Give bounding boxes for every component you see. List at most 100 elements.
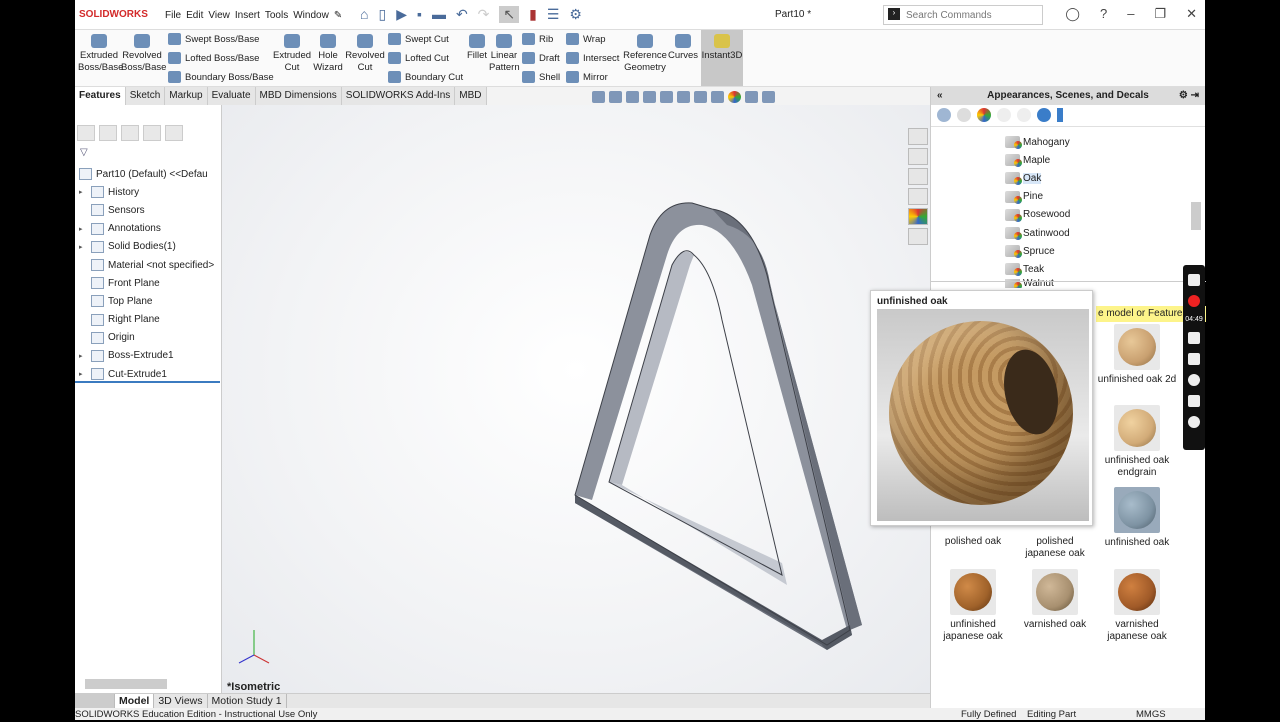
apply-scene-icon[interactable] — [745, 91, 758, 103]
extruded-cut-button[interactable]: Extruded Cut — [272, 34, 312, 74]
tab-sketch[interactable]: Sketch — [125, 87, 166, 105]
tab-3d-views[interactable]: 3D Views — [154, 694, 208, 708]
tree-item-material[interactable]: Material <not specified> — [79, 256, 214, 274]
revolved-cut-button[interactable]: Revolved Cut — [345, 34, 385, 74]
configurationmanager-tab-icon[interactable] — [121, 125, 139, 141]
home-icon[interactable]: ⌂ — [360, 6, 368, 23]
speaker-icon[interactable] — [1188, 353, 1200, 365]
rollback-bar[interactable] — [75, 381, 220, 383]
folder-maple[interactable]: Maple — [1005, 151, 1073, 169]
tab-evaluate[interactable]: Evaluate — [207, 87, 256, 105]
solidworks-resources-tab-icon[interactable] — [908, 128, 928, 145]
folder-pine[interactable]: Pine — [1005, 188, 1073, 206]
tab-motion-study-1[interactable]: Motion Study 1 — [208, 694, 287, 708]
tree-item-solid-bodies[interactable]: ▸ Solid Bodies(1) — [79, 238, 214, 256]
dimxpert-tab-icon[interactable] — [143, 125, 161, 141]
menu-insert[interactable]: Insert — [235, 10, 260, 21]
mirror-button[interactable]: Mirror — [566, 71, 608, 83]
webcam-icon[interactable] — [1188, 374, 1200, 386]
pin-icon[interactable]: ✎ — [334, 10, 342, 21]
windows-icon[interactable] — [1188, 395, 1200, 407]
propertymanager-tab-icon[interactable] — [99, 125, 117, 141]
view-orientation-icon[interactable] — [677, 91, 690, 103]
tree-item-front-plane[interactable]: Front Plane — [79, 274, 214, 292]
forward-icon[interactable] — [957, 108, 971, 122]
graphics-area[interactable]: *Isometric — [222, 91, 930, 693]
swatch-polished-oak[interactable]: polished oak — [933, 536, 1013, 548]
folder-oak[interactable]: Oak — [1005, 169, 1073, 187]
folder-rosewood[interactable]: Rosewood — [1005, 206, 1073, 224]
filter-icon[interactable]: ▽ — [80, 147, 88, 158]
section-view-icon[interactable] — [643, 91, 656, 103]
undo-icon[interactable]: ↶ — [456, 6, 468, 23]
hide-show-icon[interactable] — [711, 91, 724, 103]
record-button[interactable] — [1188, 295, 1200, 307]
featuremanager-tab-icon[interactable] — [77, 125, 95, 141]
tree-item-annotations[interactable]: ▸ Annotations — [79, 220, 214, 238]
folder-mahogany[interactable]: Mahogany — [1005, 133, 1073, 151]
reference-geometry-button[interactable]: Reference Geometry — [623, 34, 667, 74]
tree-item-history[interactable]: ▸ History — [79, 183, 214, 201]
tree-root-part[interactable]: Part10 (Default) <<Defau — [79, 165, 214, 183]
dynamic-annotation-icon[interactable] — [660, 91, 673, 103]
folder-satinwood[interactable]: Satinwood — [1005, 224, 1073, 242]
horizontal-scrollbar[interactable] — [85, 679, 167, 689]
collapse-icon[interactable]: « — [937, 87, 943, 105]
close-button[interactable]: ✕ — [1186, 6, 1197, 22]
settings-gear-icon[interactable] — [1188, 416, 1200, 428]
folder-spruce[interactable]: Spruce — [1005, 242, 1073, 260]
tab-scroll-arrows[interactable] — [75, 694, 115, 708]
file-properties-icon[interactable]: ☰ — [547, 6, 560, 23]
tab-mbd[interactable]: MBD — [455, 87, 487, 105]
refresh-icon[interactable] — [1037, 108, 1051, 122]
restore-button[interactable]: ❐ — [1154, 6, 1166, 22]
part-model[interactable] — [222, 105, 930, 693]
open-icon[interactable]: ▶ — [396, 6, 407, 23]
zoom-area-icon[interactable] — [609, 91, 622, 103]
draft-button[interactable]: Draft — [522, 52, 560, 64]
microphone-icon[interactable] — [1188, 332, 1200, 344]
fillet-button[interactable]: Fillet — [465, 34, 489, 62]
display-style-icon[interactable] — [694, 91, 707, 103]
curves-button[interactable]: Curves — [667, 34, 699, 62]
pin-icon[interactable]: ⚙ ⇥ — [1179, 87, 1199, 105]
tab-solidworks-addins[interactable]: SOLIDWORKS Add-Ins — [341, 87, 456, 105]
tree-item-boss-extrude1[interactable]: ▸ Boss-Extrude1 — [79, 347, 214, 365]
design-library-tab-icon[interactable] — [908, 148, 928, 165]
tab-markup[interactable]: Markup — [165, 87, 208, 105]
swatch-polished-japanese-oak[interactable]: polished japanese oak — [1015, 536, 1095, 560]
shell-button[interactable]: Shell — [522, 71, 560, 83]
rib-button[interactable]: Rib — [522, 33, 553, 45]
swept-boss-button[interactable]: Swept Boss/Base — [168, 33, 259, 45]
tree-item-sensors[interactable]: Sensors — [79, 201, 214, 219]
intersect-button[interactable]: Intersect — [566, 52, 619, 64]
swatch-unfinished-oak-2d[interactable]: unfinished oak 2d — [1097, 324, 1177, 386]
up-arrow-icon[interactable] — [1057, 108, 1063, 122]
wrap-button[interactable]: Wrap — [566, 33, 606, 45]
print-icon[interactable]: ▬ — [432, 6, 446, 23]
linear-pattern-button[interactable]: Linear Pattern — [489, 34, 520, 74]
menu-view[interactable]: View — [208, 10, 230, 21]
instant3d-button[interactable]: Instant3D — [701, 30, 743, 86]
appearances-icon[interactable] — [977, 108, 991, 122]
new-icon[interactable]: ▯ — [378, 6, 386, 23]
swatch-varnished-japanese-oak[interactable]: varnished japanese oak — [1097, 569, 1177, 643]
save-icon[interactable]: ▪ — [417, 6, 422, 23]
vertical-scrollbar[interactable] — [1191, 202, 1201, 230]
tree-item-right-plane[interactable]: Right Plane — [79, 311, 214, 329]
camera-icon[interactable] — [1188, 274, 1200, 286]
minimize-button[interactable]: – — [1127, 6, 1134, 22]
view-settings-icon[interactable] — [762, 91, 775, 103]
menu-file[interactable]: File — [165, 10, 181, 21]
help-icon[interactable]: ? — [1100, 6, 1107, 22]
folder-walnut[interactable]: Walnut — [1005, 278, 1073, 288]
tree-item-top-plane[interactable]: Top Plane — [79, 292, 214, 310]
select-icon[interactable]: ↖ — [499, 6, 520, 23]
zoom-to-fit-icon[interactable] — [592, 91, 605, 103]
back-icon[interactable] — [937, 108, 951, 122]
custom-properties-tab-icon[interactable] — [908, 228, 928, 245]
swatch-unfinished-japanese-oak[interactable]: unfinished japanese oak — [933, 569, 1013, 643]
options-gear-icon[interactable]: ⚙ — [569, 6, 582, 23]
previous-view-icon[interactable] — [626, 91, 639, 103]
extruded-boss-button[interactable]: Extruded Boss/Base — [78, 34, 123, 74]
